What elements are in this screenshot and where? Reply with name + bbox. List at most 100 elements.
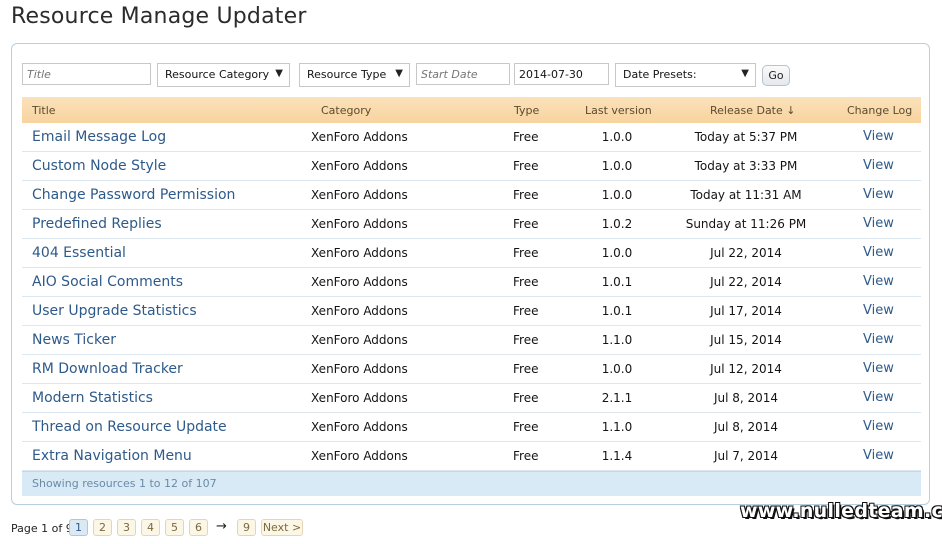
resource-category-label: Resource Category: [165, 68, 270, 81]
version-cell: 1.0.0: [601, 246, 633, 260]
resource-title-link[interactable]: Thread on Resource Update: [32, 413, 227, 441]
view-changelog-link[interactable]: View: [863, 442, 894, 470]
page-link-5[interactable]: 5: [165, 519, 184, 536]
release-date-cell: Jul 22, 2014: [710, 275, 782, 289]
release-date-cell: Jul 8, 2014: [713, 420, 779, 434]
table-row: Change Password Permission XenForo Addon…: [22, 181, 921, 210]
resource-title-link[interactable]: News Ticker: [32, 326, 116, 354]
col-category[interactable]: Category: [321, 104, 371, 117]
table-row: User Upgrade Statistics XenForo Addons F…: [22, 297, 921, 326]
category-cell: XenForo Addons: [311, 188, 408, 202]
category-cell: XenForo Addons: [311, 130, 408, 144]
view-changelog-link[interactable]: View: [863, 152, 894, 180]
filter-bar: Resource Category ▼ Resource Type ▼ Date…: [12, 44, 929, 94]
release-date-cell: Sunday at 11:26 PM: [685, 217, 807, 231]
version-cell: 1.1.4: [601, 449, 633, 463]
type-cell: Free: [513, 130, 539, 144]
version-cell: 1.1.0: [601, 420, 633, 434]
release-date-cell: Jul 8, 2014: [713, 391, 779, 405]
page-link-9[interactable]: 9: [237, 519, 256, 536]
version-cell: 1.1.0: [601, 333, 633, 347]
start-date-input[interactable]: [416, 63, 510, 85]
col-title[interactable]: Title: [32, 104, 56, 117]
table-row: Extra Navigation Menu XenForo Addons Fre…: [22, 442, 921, 471]
version-cell: 1.0.0: [601, 159, 633, 173]
version-cell: 1.0.1: [601, 304, 633, 318]
table-header: Title Category Type Last version Release…: [22, 97, 921, 123]
page-link-6[interactable]: 6: [189, 519, 208, 536]
date-presets-select[interactable]: Date Presets: ▼: [615, 63, 756, 87]
resource-title-link[interactable]: 404 Essential: [32, 239, 126, 267]
title-filter-input[interactable]: [22, 63, 151, 85]
resource-type-label: Resource Type: [307, 68, 387, 81]
view-changelog-link[interactable]: View: [863, 413, 894, 441]
resource-title-link[interactable]: Change Password Permission: [32, 181, 235, 209]
view-changelog-link[interactable]: View: [863, 123, 894, 151]
resource-type-select[interactable]: Resource Type ▼: [299, 63, 410, 87]
go-button[interactable]: Go: [762, 65, 790, 86]
resource-title-link[interactable]: Predefined Replies: [32, 210, 162, 238]
release-date-cell: Jul 22, 2014: [710, 246, 782, 260]
col-change-log: Change Log: [847, 104, 913, 117]
category-cell: XenForo Addons: [311, 333, 408, 347]
release-date-cell: Today at 3:33 PM: [694, 159, 798, 173]
view-changelog-link[interactable]: View: [863, 210, 894, 238]
view-changelog-link[interactable]: View: [863, 384, 894, 412]
page-link-2[interactable]: 2: [93, 519, 112, 536]
resource-category-select[interactable]: Resource Category ▼: [157, 63, 290, 87]
table-row: AIO Social Comments XenForo Addons Free …: [22, 268, 921, 297]
view-changelog-link[interactable]: View: [863, 297, 894, 325]
next-page-button[interactable]: Next >: [261, 519, 303, 536]
resource-title-link[interactable]: Custom Node Style: [32, 152, 166, 180]
resource-title-link[interactable]: AIO Social Comments: [32, 268, 183, 296]
type-cell: Free: [513, 246, 539, 260]
col-last-version[interactable]: Last version: [585, 104, 652, 117]
table-row: Email Message Log XenForo Addons Free 1.…: [22, 123, 921, 152]
category-cell: XenForo Addons: [311, 304, 408, 318]
page-jump-arrow-icon[interactable]: →: [216, 519, 227, 534]
page-link-4[interactable]: 4: [141, 519, 160, 536]
category-cell: XenForo Addons: [311, 391, 408, 405]
release-date-cell: Today at 11:31 AM: [690, 188, 802, 202]
page-link-1[interactable]: 1: [69, 519, 88, 536]
category-cell: XenForo Addons: [311, 449, 408, 463]
release-date-cell: Jul 15, 2014: [710, 333, 782, 347]
page-link-3[interactable]: 3: [117, 519, 136, 536]
table-row: RM Download Tracker XenForo Addons Free …: [22, 355, 921, 384]
type-cell: Free: [513, 217, 539, 231]
category-cell: XenForo Addons: [311, 246, 408, 260]
release-date-cell: Today at 5:37 PM: [694, 130, 798, 144]
chevron-down-icon: ▼: [395, 68, 403, 79]
resource-title-link[interactable]: User Upgrade Statistics: [32, 297, 197, 325]
view-changelog-link[interactable]: View: [863, 181, 894, 209]
view-changelog-link[interactable]: View: [863, 326, 894, 354]
table-row: Thread on Resource Update XenForo Addons…: [22, 413, 921, 442]
resource-table: Title Category Type Last version Release…: [22, 97, 921, 496]
version-cell: 1.0.0: [601, 362, 633, 376]
table-row: Predefined Replies XenForo Addons Free 1…: [22, 210, 921, 239]
table-row: Custom Node Style XenForo Addons Free 1.…: [22, 152, 921, 181]
view-changelog-link[interactable]: View: [863, 268, 894, 296]
release-date-cell: Jul 12, 2014: [710, 362, 782, 376]
page-title: Resource Manage Updater: [11, 4, 307, 29]
col-release-date[interactable]: Release Date ↓: [710, 104, 795, 117]
type-cell: Free: [513, 449, 539, 463]
view-changelog-link[interactable]: View: [863, 239, 894, 267]
chevron-down-icon: ▼: [741, 68, 749, 79]
version-cell: 2.1.1: [601, 391, 633, 405]
resource-title-link[interactable]: Modern Statistics: [32, 384, 153, 412]
watermark-text: www.nulledteam.com: [740, 500, 942, 522]
category-cell: XenForo Addons: [311, 217, 408, 231]
release-date-cell: Jul 17, 2014: [710, 304, 782, 318]
type-cell: Free: [513, 304, 539, 318]
version-cell: 1.0.0: [601, 188, 633, 202]
resource-title-link[interactable]: Extra Navigation Menu: [32, 442, 192, 470]
col-type[interactable]: Type: [514, 104, 539, 117]
chevron-down-icon: ▼: [275, 68, 283, 79]
end-date-input[interactable]: [514, 63, 609, 85]
resource-title-link[interactable]: RM Download Tracker: [32, 355, 183, 383]
version-cell: 1.0.2: [601, 217, 633, 231]
category-cell: XenForo Addons: [311, 362, 408, 376]
resource-title-link[interactable]: Email Message Log: [32, 123, 166, 151]
view-changelog-link[interactable]: View: [863, 355, 894, 383]
